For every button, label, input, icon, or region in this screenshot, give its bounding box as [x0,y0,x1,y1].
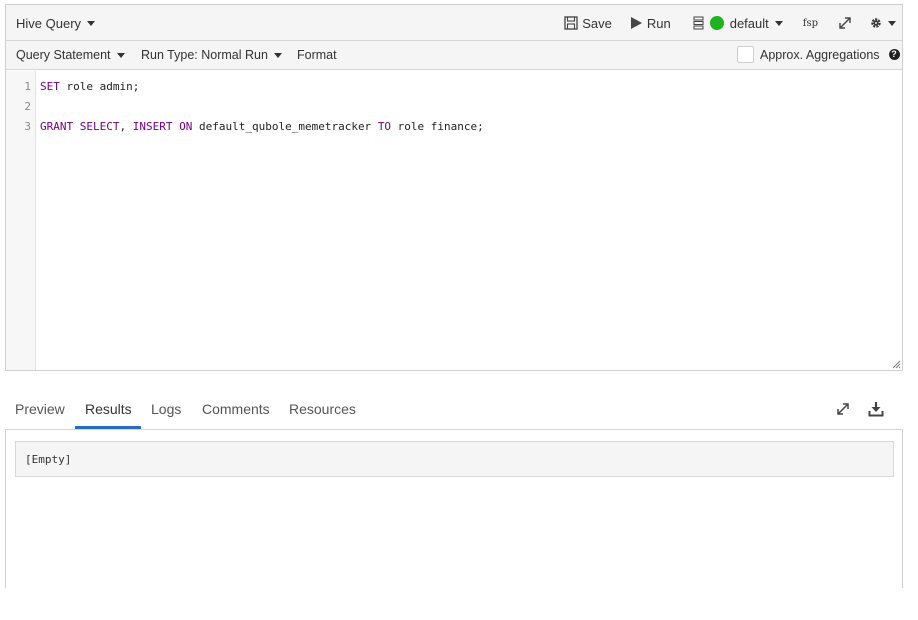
code-line[interactable]: GRANT SELECT, INSERT ON default_qubole_m… [40,120,484,133]
query-editor-panel: Hive Query Save Run default fsp Query St… [5,4,903,371]
results-empty-box: [Empty] [15,441,894,477]
cluster-selector[interactable]: default [693,16,783,31]
approx-aggregations-checkbox[interactable] [737,46,754,63]
active-tab-indicator [75,426,141,429]
query-statement-dropdown[interactable]: Query Statement [16,48,125,62]
code-keyword: GRANT [40,120,74,133]
chevron-down-icon [888,20,896,26]
run-label: Run [646,15,671,31]
tab-logs[interactable]: Logs [151,401,181,417]
tab-comments[interactable]: Comments [202,401,270,417]
query-statement-label: Query Statement [16,48,111,62]
query-type-dropdown[interactable]: Hive Query [16,16,96,31]
download-icon[interactable] [868,401,884,417]
server-icon [693,16,704,30]
code-keyword: TO [377,120,392,133]
code-text: , [119,120,133,133]
code-keyword: INSERT [132,120,173,133]
line-number: 3 [24,120,31,133]
run-type-label: Run Type: Normal Run [141,48,268,62]
expand-icon[interactable] [835,401,851,417]
editor-subbar: Query Statement Run Type: Normal Run For… [6,41,902,70]
chevron-down-icon [87,21,96,26]
code-text: role finance; [391,120,484,133]
save-button[interactable]: Save [564,16,612,31]
chevron-down-icon [273,52,282,58]
line-number-gutter: 1 2 3 [6,71,36,370]
editor-toolbar: Hive Query Save Run default fsp [6,5,902,41]
tab-results[interactable]: Results [85,401,132,417]
save-label: Save [582,15,612,31]
expand-icon [839,17,851,29]
resize-handle-icon[interactable] [892,360,901,369]
code-editor[interactable]: 1 2 3 SET role admin; GRANT SELECT, INSERT … [6,71,902,370]
play-icon [630,17,642,29]
results-empty-text: [Empty] [25,453,72,466]
cluster-label: default [729,15,769,31]
approx-aggregations-label: Approx. Aggregations [760,47,880,62]
code-keyword: SELECT [79,120,120,133]
format-label: Format [297,48,337,62]
code-text: role admin; [59,80,140,93]
code-keyword: SET [40,80,60,93]
line-number: 1 [24,80,31,93]
tab-resources[interactable]: Resources [289,401,356,417]
fullscreen-button[interactable] [838,16,852,30]
settings-dropdown[interactable] [870,17,896,29]
cluster-status-icon [709,16,724,30]
query-type-label: Hive Query [16,16,82,31]
code-line[interactable]: SET role admin; [40,80,139,93]
run-type-dropdown[interactable]: Run Type: Normal Run [141,48,282,62]
gear-icon [871,18,881,28]
fsp-button[interactable]: fsp [803,18,818,29]
code-keyword: ON [179,120,193,133]
approx-aggregations-toggle[interactable]: Approx. Aggregations ? [737,46,900,63]
fsp-label: fsp [802,17,818,29]
chevron-down-icon [116,52,125,58]
toolbar-actions: Save Run default fsp [564,13,896,33]
run-button[interactable]: Run [630,16,671,31]
results-panel: [Empty] [5,430,903,588]
chevron-down-icon [774,20,783,26]
code-text: default_qubole_memetracker [192,120,378,133]
results-tabs: Preview Results Logs Comments Resources [5,390,903,430]
save-icon [564,16,578,30]
format-button[interactable]: Format [297,48,337,62]
tab-preview[interactable]: Preview [15,401,65,417]
line-number: 2 [24,100,31,113]
help-icon[interactable]: ? [888,49,900,60]
